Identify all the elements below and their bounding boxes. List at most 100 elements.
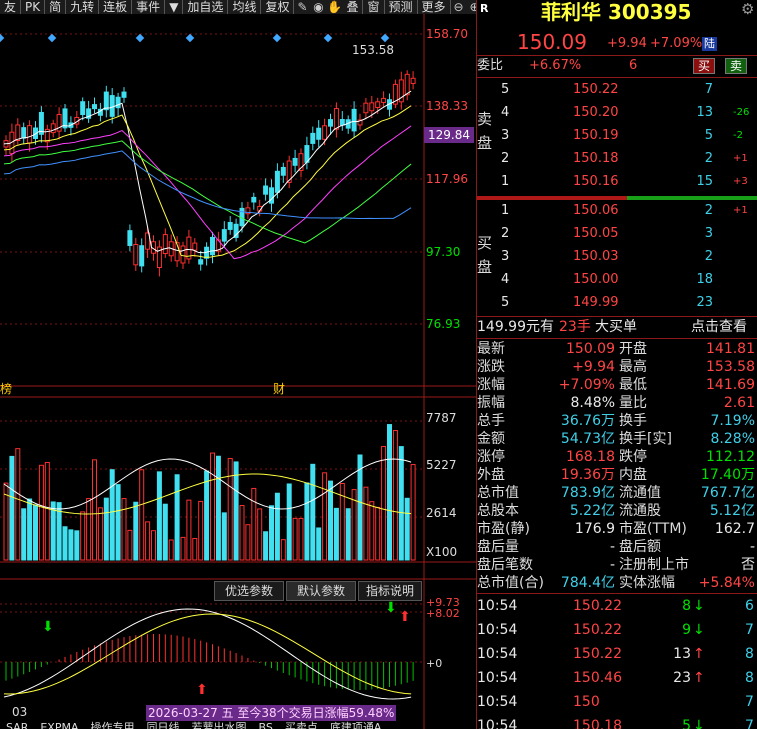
toolbar-btn-pk[interactable]: PK <box>21 0 46 14</box>
quote-table: 最新 150.09 开盘 141.81 涨跌 +9.94 最高 153.58 涨幅 +7.09% 最… <box>477 340 757 592</box>
tick-count: 7 <box>745 694 754 710</box>
indicator-tab-ops[interactable]: 操作专用 <box>85 721 141 729</box>
volume-bar <box>251 487 257 561</box>
sell-button[interactable]: 卖 <box>725 58 748 74</box>
volume-bar <box>74 530 80 561</box>
sell-order-volume: 13 <box>696 105 713 120</box>
buy-order-level: 1 <box>501 203 510 218</box>
volume-bar <box>168 539 174 561</box>
hand-icon[interactable]: ✋ <box>326 0 342 14</box>
buy-order-row[interactable]: 2 150.05 3 <box>477 224 757 244</box>
quote-label: 总市值(合) <box>477 575 544 591</box>
toolbar-btn-you[interactable]: 友 <box>0 0 22 14</box>
indicator-tab-bs[interactable]: BS <box>253 721 279 729</box>
sell-order-row[interactable]: 4 150.20 13 -26 <box>477 103 757 123</box>
tick-list[interactable]: 10:54 150.22 8 ↓ 6 10:54 150.22 9 ↓ 7 10:54 150.22 1… <box>477 594 757 729</box>
sell-order-price: 150.19 <box>573 128 619 143</box>
buy-order-price: 150.03 <box>573 249 619 264</box>
tab-default-params[interactable]: 默认参数 <box>286 581 356 601</box>
sell-order-level: 1 <box>501 174 510 189</box>
tick-price: 150.22 <box>573 598 622 614</box>
last-price: 150.09 <box>517 30 587 54</box>
toolbar-btn-shijian[interactable]: 事件 <box>132 0 166 14</box>
event-diamond-icon <box>47 33 57 43</box>
volume-bar <box>38 464 44 561</box>
buy-order-row[interactable]: 1 150.06 2 +1 <box>477 201 757 221</box>
tick-price: 150.22 <box>573 646 622 662</box>
buy-order-level: 5 <box>501 295 510 310</box>
toolbar-btn-chuang[interactable]: 窗 <box>363 0 385 14</box>
indicator-tab-sar[interactable]: SAR <box>0 721 34 729</box>
candle <box>133 244 139 266</box>
volume-bar <box>15 448 21 561</box>
toolbar-btn-ma[interactable]: 均线 <box>228 0 262 14</box>
big-order-row[interactable]: 149.99元有 23手 大买单 点击查看 <box>477 317 757 337</box>
tick-count: 8 <box>745 646 754 662</box>
volume-bar <box>109 469 115 561</box>
quote-label: 最新 <box>477 341 505 357</box>
quote-label: 涨跌 <box>477 359 505 375</box>
big-order-link[interactable]: 点击查看 <box>691 317 747 337</box>
sell-order-row[interactable]: 5 150.22 7 <box>477 80 757 100</box>
zoom-out-icon[interactable]: ⊖ <box>451 0 467 14</box>
toolbar-btn-add-watch[interactable]: 加自选 <box>183 0 229 14</box>
sell-order-row[interactable]: 2 150.18 2 +1 <box>477 149 757 169</box>
volume-bar <box>369 501 375 561</box>
toolbar-dropdown[interactable]: ▼ <box>165 0 184 14</box>
indicator-tab-expma[interactable]: EXPMA <box>34 721 84 729</box>
tick-volume: 9 <box>682 622 691 638</box>
stock-code: 300395 <box>607 0 692 24</box>
buy-order-row[interactable]: 4 150.00 18 <box>477 270 757 290</box>
volume-bar <box>174 474 180 561</box>
volume-bar <box>387 424 392 561</box>
tick-price: 150.22 <box>573 622 622 638</box>
indicator-axis-label-3: +0 <box>426 657 443 670</box>
indicator-tab-chushui[interactable]: 若萝出水图 <box>186 721 253 729</box>
toolbar-btn-yuce[interactable]: 预测 <box>385 0 418 14</box>
tick-time: 10:54 <box>477 598 518 614</box>
arrow-down-icon: ↓ <box>693 718 705 729</box>
event-marker-bang[interactable]: 榜 <box>0 380 12 397</box>
volume-bar <box>316 527 322 561</box>
buy-button[interactable]: 买 <box>693 58 716 74</box>
toolbar-btn-fuquan[interactable]: 复权 <box>261 0 295 14</box>
kline-chart-area[interactable]: 友 PK 简九转 连板 事件 ▼ 加自选 均线 复权 ✎ ◉ ✋ 叠窗预测 更多 ⊖ ⊕ ⬇ ⬆ ⬇ ⬆ 158.7… <box>0 0 476 729</box>
quote-label: 跌停 <box>619 449 647 465</box>
kline-svg[interactable]: ⬇⬆⬇⬆ <box>0 14 476 729</box>
quote-row: 盘后量 - 盘后额 - <box>477 538 757 556</box>
toolbar-btn-more[interactable]: 更多 <box>418 0 451 14</box>
volume-bar <box>345 508 351 561</box>
quote-label: 盘后额 <box>619 539 661 555</box>
indicator-tab-tongri[interactable]: 同日线 <box>141 721 186 729</box>
buy-order-row[interactable]: 5 149.99 23 <box>477 293 757 313</box>
indicator-tab-maimai[interactable]: 买卖点 <box>279 721 324 729</box>
gear-icon[interactable]: ⚙ <box>741 0 754 18</box>
sell-order-level: 3 <box>501 128 510 143</box>
indicator-axis-label-2: +8.02 <box>426 607 460 620</box>
quote-label: 换手 <box>619 413 647 429</box>
candle <box>381 97 387 103</box>
sell-order-row[interactable]: 1 150.16 15 +3 <box>477 172 757 192</box>
sell-order-row[interactable]: 3 150.19 5 -2 <box>477 126 757 146</box>
tab-preferred-params[interactable]: 优选参数 <box>214 581 284 601</box>
tab-indicator-help[interactable]: 指标说明 <box>358 581 422 601</box>
indicator-tab-dijian[interactable]: 底建项通A <box>324 721 388 729</box>
candle <box>127 230 133 246</box>
buy-order-change: +1 <box>733 205 748 216</box>
toolbar-btn-jian[interactable]: 简 <box>45 0 67 14</box>
zoom-in-icon[interactable]: ⊕ <box>467 0 477 14</box>
pencil-icon[interactable]: ✎ <box>294 0 310 14</box>
interval-gain-status: 2026-03-27 五 至今38个交易日涨幅59.48% <box>146 705 397 721</box>
volume-bar <box>328 480 333 561</box>
toolbar-btn-jiuzhuan[interactable]: 九转 <box>66 0 100 14</box>
toolbar-btn-lianban[interactable]: 连板 <box>99 0 133 14</box>
eye-icon[interactable]: ◉ <box>310 0 326 14</box>
volume-bar <box>133 501 139 561</box>
volume-bar <box>9 455 15 561</box>
toolbar-btn-die[interactable]: 叠 <box>342 0 364 14</box>
indicator-tab-bar: SAR EXPMA 操作专用 同日线 若萝出水图 BS 买卖点 底建项通A <box>0 721 420 729</box>
candle <box>180 245 186 264</box>
quote-value: - <box>609 539 615 555</box>
event-marker-cai[interactable]: 财 <box>273 380 285 397</box>
buy-order-row[interactable]: 3 150.03 2 <box>477 247 757 267</box>
